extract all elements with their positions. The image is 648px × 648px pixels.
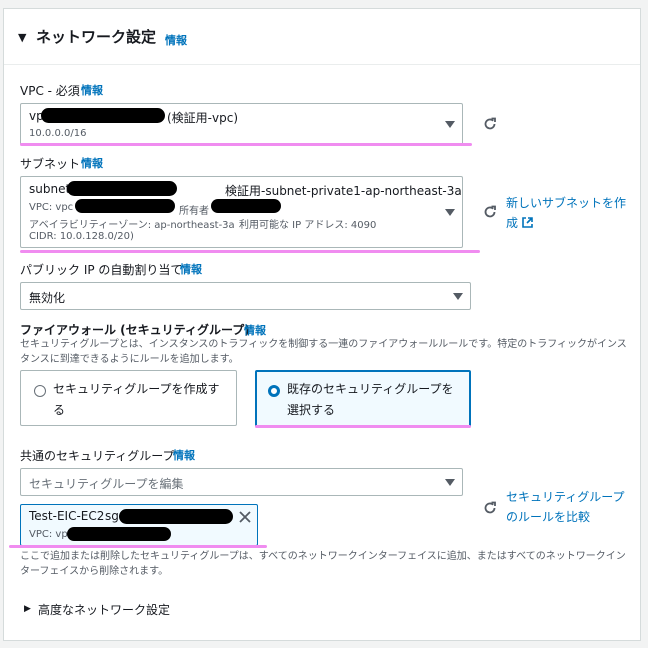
redaction-mark — [119, 509, 233, 524]
highlight-underline — [9, 545, 267, 548]
common-sg-info-link[interactable]: 情報 — [173, 447, 195, 463]
create-subnet-link[interactable]: 新しいサブネットを作成 — [506, 193, 632, 233]
advanced-network-settings[interactable]: 高度なネットワーク設定 — [38, 601, 170, 618]
radio-create-label: セキュリティグループを作成する — [53, 382, 220, 417]
close-icon[interactable] — [239, 511, 251, 523]
subnet-value-name: 検証用-subnet-private1-ap-northeast-3a — [225, 184, 462, 198]
radio-existing-security-group[interactable]: 既存のセキュリティグループを選択する — [255, 370, 471, 427]
external-link-icon — [522, 217, 533, 228]
chevron-down-icon — [445, 479, 455, 486]
chevron-down-icon — [453, 293, 463, 300]
security-group-select[interactable]: セキュリティグループを編集 — [20, 468, 463, 496]
refresh-icon[interactable] — [483, 205, 497, 219]
network-settings-panel: ▼ ネットワーク設定 情報 VPC - 必須 情報 vp (検証用-vpc) 1… — [3, 8, 641, 641]
public-ip-info-link[interactable]: 情報 — [180, 261, 202, 277]
expand-caret-icon[interactable]: ▶ — [24, 604, 31, 614]
firewall-description: セキュリティグループとは、インスタンスのトラフィックを制御する一連のファイアウォ… — [20, 339, 627, 365]
subnet-vpc: VPC: vpc — [29, 202, 74, 213]
radio-existing-label: 既存のセキュリティグループを選択する — [287, 382, 454, 417]
chevron-down-icon — [445, 121, 455, 128]
page-title: ネットワーク設定 — [36, 28, 157, 46]
redaction-mark — [211, 199, 281, 213]
redaction-mark — [41, 108, 165, 123]
public-ip-value: 無効化 — [29, 291, 66, 305]
subnet-owner-label: 所有者 — [179, 206, 209, 217]
chevron-down-icon — [445, 209, 455, 216]
redaction-mark — [67, 527, 171, 541]
vpc-select[interactable]: vp (検証用-vpc) 10.0.0.0/16 — [20, 103, 463, 145]
radio-button[interactable] — [34, 385, 46, 397]
highlight-underline — [20, 250, 480, 253]
radio-button-selected[interactable] — [268, 385, 280, 397]
radio-create-security-group[interactable]: セキュリティグループを作成する — [20, 370, 237, 426]
subnet-select[interactable]: subnet- 検証用-subnet-private1-ap-northeast… — [20, 176, 463, 248]
vpc-label: VPC - 必須 — [20, 84, 80, 98]
public-ip-label: パブリック IP の自動割り当て — [20, 263, 183, 277]
vpc-info-link[interactable]: 情報 — [81, 82, 103, 98]
token-name: Test-EIC-EC2 — [29, 509, 105, 523]
subnet-available-ip: 利用可能な IP アドレス: 4090 — [239, 220, 377, 231]
highlight-underline — [20, 143, 472, 146]
security-group-token: Test-EIC-EC2 sg VPC: vpc — [20, 504, 258, 546]
redaction-mark — [67, 181, 177, 196]
highlight-underline — [255, 425, 471, 428]
vpc-cidr: 10.0.0.0/16 — [29, 128, 87, 139]
token-sg-prefix: sg — [105, 509, 119, 523]
collapse-caret-icon[interactable]: ▼ — [18, 31, 26, 44]
refresh-icon[interactable] — [483, 501, 497, 515]
subnet-cidr: CIDR: 10.0.128.0/20) — [29, 231, 134, 242]
panel-header: ▼ ネットワーク設定 情報 — [4, 9, 640, 65]
subnet-label: サブネット — [20, 157, 81, 171]
header-info-link[interactable]: 情報 — [165, 32, 187, 48]
security-group-note: ここで追加または削除したセキュリティグループは、すべてのネットワークインターフェ… — [20, 551, 626, 577]
subnet-info-link[interactable]: 情報 — [81, 155, 103, 171]
refresh-icon[interactable] — [483, 117, 497, 131]
subnet-az: アベイラビリティーゾーン: ap-northeast-3a — [29, 220, 235, 231]
firewall-label: ファイアウォール (セキュリティグループ) — [20, 323, 250, 337]
common-sg-label: 共通のセキュリティグループ — [20, 449, 175, 463]
public-ip-select[interactable]: 無効化 — [20, 282, 471, 310]
vpc-value-name: (検証用-vpc) — [167, 111, 239, 125]
firewall-info-link[interactable]: 情報 — [244, 322, 266, 338]
compare-rules-link[interactable]: セキュリティグループのルールを比較 — [506, 487, 630, 527]
security-group-placeholder: セキュリティグループを編集 — [29, 477, 184, 491]
redaction-mark — [75, 199, 175, 213]
